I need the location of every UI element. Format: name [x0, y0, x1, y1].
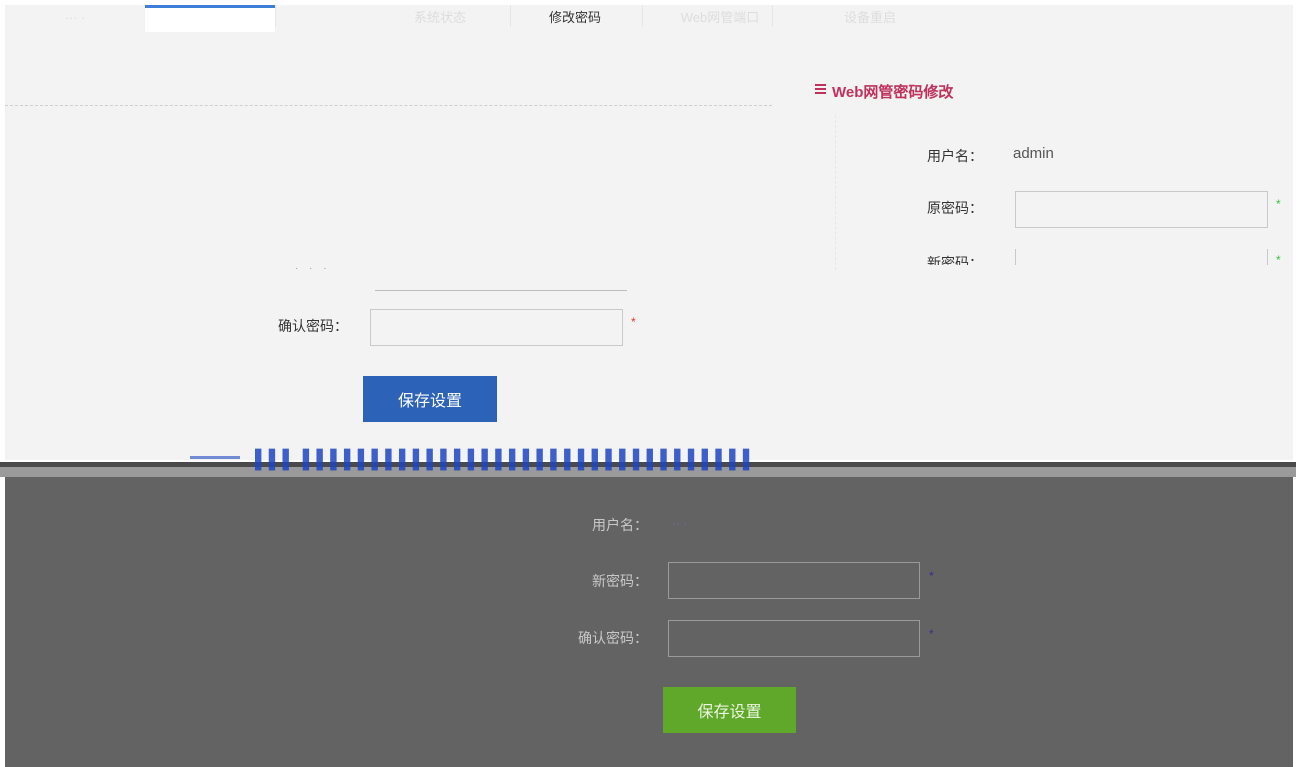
old-password-label: 原密码： — [927, 200, 983, 216]
divider-line — [5, 105, 772, 106]
new-password-label: 新密码： — [592, 573, 648, 589]
save-button[interactable]: 保存设置 — [363, 376, 497, 422]
username-value: admin — [1013, 145, 1054, 162]
divider-line — [835, 115, 837, 270]
new-password-label: 新密码： — [927, 255, 983, 265]
settings-panel-bottom: 用户名： ·· · 新密码： * 确认密码： * 保存设置 — [5, 477, 1293, 767]
new-password-label-faint: · · · — [295, 263, 331, 274]
tab-divider — [275, 5, 276, 27]
glitch-artifact — [190, 456, 240, 459]
section-title-text: Web网管密码修改 — [832, 84, 954, 101]
settings-panel-top: ··· · 系统状态 修改密码 Web网管端口 设备重启 Web网管密码修改 用… — [5, 5, 1293, 460]
tab-system-status[interactable]: 系统状态 — [390, 5, 490, 29]
tab-blank[interactable] — [145, 5, 275, 32]
required-mark: * — [1276, 197, 1281, 211]
old-password-input[interactable] — [1015, 191, 1268, 228]
required-mark: * — [631, 315, 636, 329]
tab-web-port[interactable]: Web网管端口 — [660, 5, 780, 29]
tab-divider — [642, 5, 643, 27]
new-password-input[interactable] — [668, 562, 920, 599]
username-label: 用户名： — [592, 517, 648, 533]
new-password-input[interactable] — [1015, 249, 1268, 265]
confirm-password-input[interactable] — [668, 620, 920, 657]
new-password-row-clipped: 新密码： * — [927, 249, 1296, 265]
tab-divider — [510, 5, 511, 27]
tab-bar: ··· · 系统状态 修改密码 Web网管端口 设备重启 — [5, 5, 1293, 47]
required-mark: * — [1276, 253, 1281, 265]
section-title: Web网管密码修改 — [815, 81, 953, 102]
new-password-input-edge[interactable] — [375, 290, 627, 291]
menu-icon — [815, 82, 826, 96]
confirm-password-input[interactable] — [370, 309, 623, 346]
username-value-faint: ·· · — [672, 516, 688, 530]
tab-reboot[interactable]: 设备重启 — [815, 5, 925, 29]
tab-placeholder[interactable]: ··· · — [15, 5, 135, 29]
confirm-password-label: 确认密码： — [278, 318, 348, 334]
confirm-password-label: 确认密码： — [578, 630, 648, 646]
tab-divider — [772, 5, 773, 27]
save-button[interactable]: 保存设置 — [663, 687, 796, 733]
glitch-artifact: ▌▌▌▐▐▐▐▐▐▐▐▐▐▐▐▐▐▐▐▐▐▐▐▐▐▐▐▐▐▐▐▐▐▐▐▐ — [255, 449, 751, 469]
tab-change-password[interactable]: 修改密码 — [525, 5, 625, 29]
required-mark: * — [929, 569, 934, 583]
username-label: 用户名： — [927, 148, 983, 164]
required-mark: * — [929, 627, 934, 641]
